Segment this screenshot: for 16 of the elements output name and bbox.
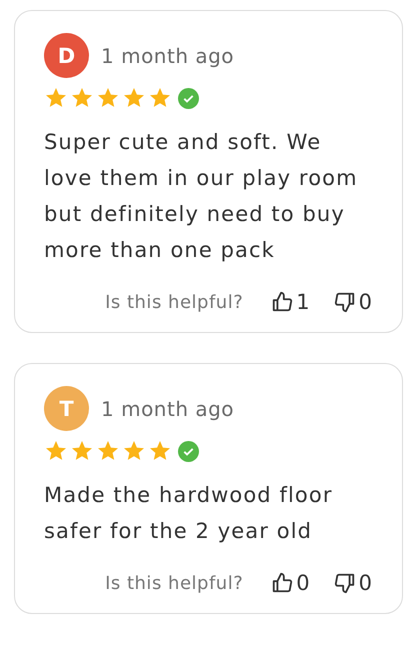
avatar: D: [44, 33, 89, 78]
review-text: Super cute and soft. We love them in our play room but definitely need to buy more than one pack: [44, 129, 359, 264]
downvote-button[interactable]: 0: [334, 290, 372, 314]
downvote-button[interactable]: 0: [334, 571, 372, 595]
thumbs-down-icon: [334, 291, 356, 313]
thumbs-up-icon: [271, 291, 294, 313]
review-text: Made the hardwood floor safer for the 2 year old: [44, 482, 334, 545]
thumbs-up-icon: [271, 572, 294, 594]
thumbs-down-icon: [334, 572, 356, 594]
upvote-button[interactable]: 1: [271, 290, 310, 314]
helpful-prompt: Is this helpful?: [105, 572, 244, 594]
review-time: 1 month ago: [101, 396, 234, 420]
helpful-prompt: Is this helpful?: [105, 292, 244, 312]
review-time: 1 month ago: [101, 44, 234, 68]
upvote-button[interactable]: 0: [271, 571, 310, 595]
avatar: T: [44, 386, 89, 431]
